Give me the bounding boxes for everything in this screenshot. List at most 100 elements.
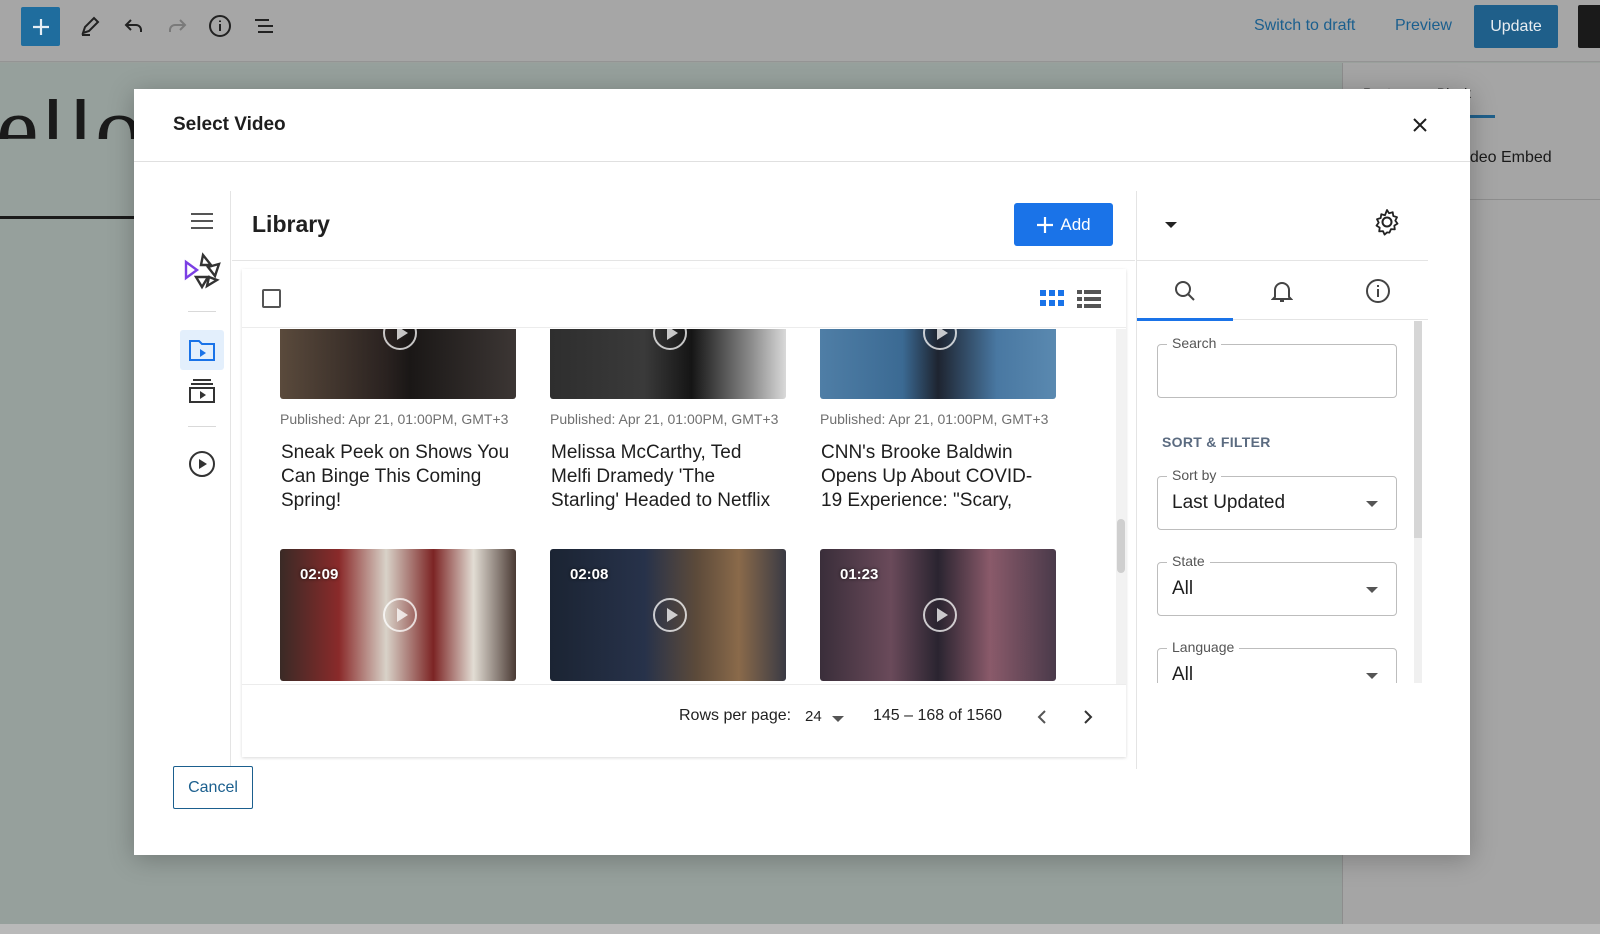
close-button[interactable]: [1408, 113, 1432, 137]
cancel-button[interactable]: Cancel: [173, 766, 253, 809]
library-title: Library: [252, 211, 330, 237]
published-date: Published: Apr 21, 01:00PM, GMT+3: [550, 411, 779, 427]
language-label: Language: [1167, 639, 1240, 655]
switch-to-draft-link[interactable]: Switch to draft: [1254, 17, 1355, 35]
play-circle-icon: [189, 451, 215, 477]
list-view-icon[interactable]: [1076, 287, 1102, 311]
search-field[interactable]: Search: [1157, 335, 1397, 398]
rail-item-playlists[interactable]: [180, 371, 224, 411]
grid-toolbar: [242, 269, 1126, 328]
search-label: Search: [1167, 335, 1222, 351]
hamburger-icon: [191, 213, 213, 229]
sort-by-value: Last Updated: [1172, 492, 1286, 513]
tools-button[interactable]: [72, 8, 108, 44]
update-button[interactable]: Update: [1474, 5, 1558, 48]
add-block-button[interactable]: [21, 7, 60, 46]
page-range: 145 – 168 of 1560: [873, 707, 1003, 724]
select-all-checkbox[interactable]: [262, 289, 281, 308]
brand-logo: [180, 251, 224, 291]
rail-item-player[interactable]: [180, 444, 224, 484]
redo-button[interactable]: [159, 8, 195, 44]
list-view-icon: [255, 19, 273, 33]
playlist-icon: [189, 379, 215, 403]
select-video-modal: Select Video Library Add Published: Apr …: [134, 89, 1470, 855]
filter-tabs: [1137, 261, 1428, 321]
close-icon: [1413, 118, 1427, 132]
play-icon: [653, 598, 687, 632]
add-video-label: Add: [1060, 214, 1091, 234]
play-icon: [923, 329, 957, 350]
state-select[interactable]: State All: [1157, 553, 1397, 616]
separator: [0, 216, 140, 219]
redo-icon: [169, 19, 187, 32]
search-icon: [1175, 280, 1195, 301]
play-icon: [383, 329, 417, 350]
filter-panel: Search SORT & FILTER Sort by Last Update…: [1136, 191, 1428, 769]
caret-down-icon: [1366, 501, 1378, 507]
info-icon: [209, 15, 231, 37]
published-date: Published: Apr 21, 01:00PM, GMT+3: [280, 411, 509, 427]
chevron-left-icon[interactable]: [1030, 705, 1054, 729]
nav-rail: [174, 191, 231, 769]
details-button[interactable]: [202, 8, 238, 44]
video-thumbnail[interactable]: 02:09: [280, 549, 516, 681]
video-duration: 02:08: [570, 566, 609, 583]
video-title: Sneak Peek on Shows You Can Binge This C…: [281, 442, 510, 511]
video-thumbnail[interactable]: 02:08: [550, 549, 786, 681]
scrollbar-thumb[interactable]: [1117, 519, 1125, 573]
plus-icon: [1037, 216, 1054, 233]
modal-title: Select Video: [173, 114, 286, 135]
caret-down-icon: [1366, 673, 1378, 679]
active-tab-indicator: [1469, 115, 1495, 118]
jw-logo-icon: [184, 252, 221, 290]
rows-per-page-select[interactable]: 24: [805, 708, 822, 725]
rows-per-page-label: Rows per page:: [679, 707, 792, 724]
pencil-icon: [81, 16, 100, 36]
gear-icon[interactable]: [1372, 207, 1402, 237]
state-value: All: [1172, 578, 1194, 599]
published-date: Published: Apr 21, 01:00PM, GMT+3: [820, 411, 1049, 427]
library-header: Library Add: [232, 191, 1135, 261]
plus-icon: [32, 18, 49, 35]
chevron-right-icon[interactable]: [1076, 705, 1100, 729]
info-icon: [1366, 278, 1390, 303]
sort-by-label: Sort by: [1167, 467, 1222, 483]
video-thumbnail[interactable]: 01:23: [820, 549, 1056, 681]
list-view-button[interactable]: [246, 8, 282, 44]
language-select[interactable]: Language All: [1157, 639, 1397, 683]
grid-scrollbar[interactable]: [1116, 329, 1126, 684]
video-grid-panel: Published: Apr 21, 01:00PM, GMT+3 Sneak …: [242, 269, 1126, 757]
video-thumbnail[interactable]: [820, 329, 1056, 399]
tab-notifications[interactable]: [1234, 261, 1330, 320]
filter-body: Search SORT & FILTER Sort by Last Update…: [1137, 321, 1428, 683]
menu-button[interactable]: [180, 201, 224, 241]
sort-filter-heading: SORT & FILTER: [1162, 434, 1271, 450]
modal-header: Select Video: [134, 89, 1470, 162]
editor-toolbar: Switch to draft Preview Update: [0, 0, 1600, 62]
add-video-button[interactable]: Add: [1014, 203, 1113, 246]
tab-search[interactable]: [1137, 261, 1233, 321]
status-strip: [0, 924, 1600, 934]
video-thumbnail[interactable]: [550, 329, 786, 399]
grid-view-icon[interactable]: [1039, 287, 1065, 311]
state-label: State: [1167, 553, 1210, 569]
caret-down-icon: [1366, 587, 1378, 593]
video-thumbnail[interactable]: [280, 329, 516, 399]
play-icon: [383, 598, 417, 632]
video-duration: 01:23: [840, 566, 879, 583]
caret-down-icon[interactable]: [831, 715, 845, 723]
caret-down-icon[interactable]: [1163, 219, 1179, 231]
filter-scrollbar-thumb[interactable]: [1414, 321, 1422, 538]
pagination: Rows per page: 24 145 – 168 of 1560: [242, 684, 1126, 757]
play-icon: [653, 329, 687, 350]
video-title: Melissa McCarthy, Ted Melfi Dramedy 'The…: [551, 442, 771, 511]
video-duration: 02:09: [300, 566, 339, 583]
video-folder-icon: [189, 340, 215, 361]
undo-button[interactable]: [116, 8, 152, 44]
sort-by-select[interactable]: Sort by Last Updated: [1157, 467, 1397, 530]
preview-link[interactable]: Preview: [1395, 17, 1452, 35]
settings-toggle-button[interactable]: [1578, 5, 1600, 48]
tab-info[interactable]: [1330, 261, 1426, 320]
rail-divider: [188, 426, 216, 427]
rail-item-library[interactable]: [180, 330, 224, 370]
